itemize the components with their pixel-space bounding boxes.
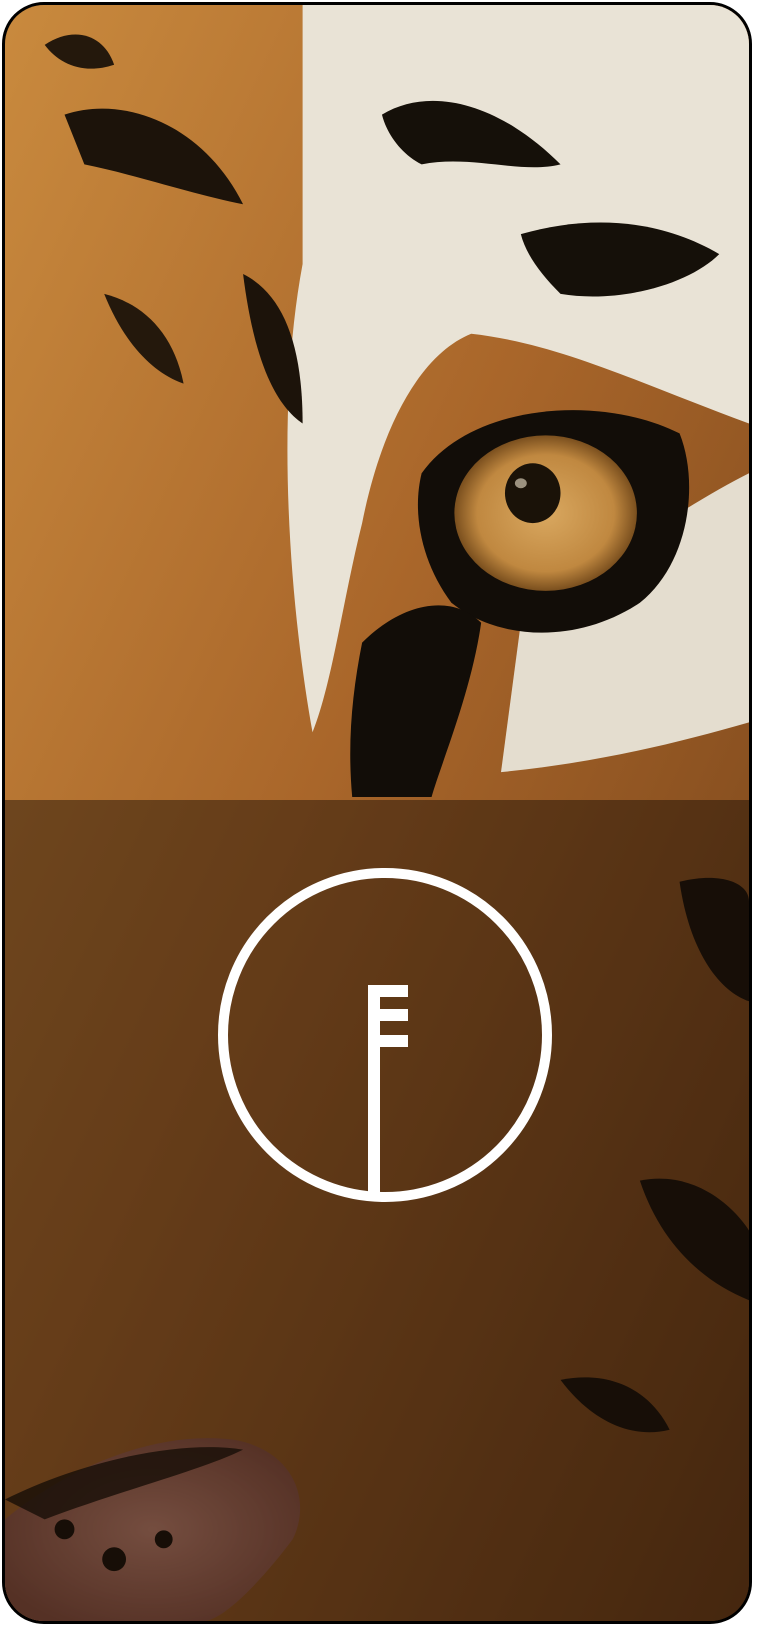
phone-frame — [2, 2, 752, 1624]
circle-key-logo-icon — [215, 865, 555, 1205]
